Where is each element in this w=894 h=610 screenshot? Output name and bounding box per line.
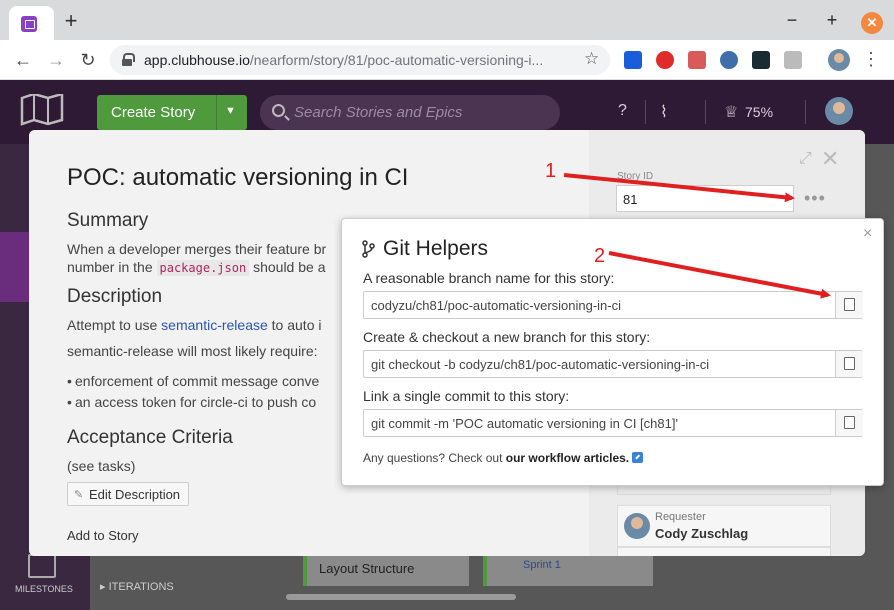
package-json-code: package.json — [156, 260, 250, 276]
owner-card[interactable] — [617, 547, 831, 556]
horizontal-scrollbar[interactable] — [286, 594, 516, 600]
forward-arrow-icon[interactable]: → — [45, 49, 67, 71]
close-window-button[interactable]: ✕ — [861, 12, 883, 34]
copy-checkout-button[interactable] — [835, 351, 863, 377]
close-icon[interactable]: ✕ — [821, 146, 839, 172]
add-to-story-label: Add to Story — [67, 528, 139, 543]
user-avatar[interactable] — [825, 97, 853, 125]
commit-label: Link a single commit to this story: — [363, 388, 570, 404]
bitwarden-icon[interactable] — [624, 51, 642, 69]
iterations-toggle[interactable]: ▸ ITERATIONS — [100, 580, 174, 593]
bookmark-star-icon[interactable]: ☆ — [584, 49, 599, 69]
bg-card-sprint[interactable]: Sprint 1 — [483, 556, 653, 586]
edit-description-button[interactable]: ✎ Edit Description — [67, 482, 189, 506]
search-icon — [272, 104, 285, 117]
activity-icon[interactable]: ⌇ — [660, 102, 668, 122]
checkout-input[interactable] — [364, 351, 835, 377]
clubhouse-favicon-icon — [21, 16, 37, 32]
git-helpers-title: Git Helpers — [383, 237, 489, 260]
requester-name: Cody Zuschlag — [655, 526, 749, 541]
semantic-release-link[interactable]: semantic-release — [161, 317, 268, 333]
description-heading: Description — [67, 286, 163, 307]
milestones-icon[interactable] — [28, 554, 56, 578]
commit-input[interactable] — [364, 410, 835, 436]
lock-icon — [122, 53, 135, 66]
create-story-button[interactable]: Create Story ▼ — [97, 95, 247, 130]
commit-field — [363, 409, 863, 437]
browser-tab[interactable] — [9, 6, 54, 40]
requester-card[interactable]: Requester Cody Zuschlag — [617, 505, 831, 547]
description-line-1: Attempt to use semantic-release to auto … — [67, 317, 322, 333]
description-line-2: semantic-release will most likely requir… — [67, 343, 318, 359]
list-item: enforcement of commit message conve — [67, 373, 319, 389]
copy-icon — [840, 295, 855, 311]
maximize-button[interactable]: + — [822, 10, 842, 31]
list-item: an access token for circle-ci to push co — [67, 394, 316, 410]
copy-commit-button[interactable] — [835, 410, 863, 436]
help-icon[interactable]: ? — [618, 102, 627, 120]
branch-name-input[interactable] — [364, 292, 835, 318]
more-options-button[interactable]: ••• — [804, 188, 826, 209]
acceptance-heading: Acceptance Criteria — [67, 427, 233, 448]
reload-icon[interactable]: ↻ — [77, 49, 99, 71]
story-id-field[interactable]: 81 — [616, 185, 794, 212]
workflow-articles-link[interactable]: our workflow articles. — [506, 451, 629, 465]
browser-tab-bar: + − + ✕ — [0, 0, 894, 40]
branch-name-label: A reasonable branch name for this story: — [363, 270, 615, 286]
pencil-icon: ✎ — [74, 489, 84, 501]
close-icon[interactable]: × — [863, 225, 872, 243]
nav-milestones[interactable]: MILESTONES — [15, 584, 73, 594]
extension-icon[interactable] — [784, 51, 802, 69]
profile-avatar[interactable] — [828, 49, 850, 71]
trophy-icon[interactable]: ♕ — [724, 102, 738, 122]
minimize-button[interactable]: − — [782, 10, 802, 31]
expand-icon[interactable]: ⤢ — [799, 150, 812, 168]
react-devtools-icon[interactable] — [752, 51, 770, 69]
story-title[interactable]: POC: automatic versioning in CI — [67, 164, 408, 192]
back-arrow-icon[interactable]: ← — [12, 49, 34, 71]
summary-line-2: number in the package.json should be a — [67, 259, 326, 276]
summary-heading: Summary — [67, 210, 149, 231]
git-branch-icon — [362, 240, 375, 258]
chevron-down-icon[interactable]: ▼ — [225, 105, 236, 117]
checkout-label: Create & checkout a new branch for this … — [363, 329, 651, 345]
story-id-label: Story ID — [617, 171, 654, 182]
url-text: app.clubhouse.io/nearform/story/81/poc-a… — [144, 52, 544, 68]
copy-branch-button[interactable] — [835, 292, 863, 318]
requester-avatar — [624, 513, 650, 539]
copy-icon — [840, 354, 855, 370]
progress-percent[interactable]: 75% — [745, 104, 773, 120]
search-input[interactable]: Search Stories and Epics — [260, 95, 560, 130]
acceptance-text: (see tasks) — [67, 458, 136, 474]
external-link-icon[interactable] — [632, 452, 644, 463]
address-bar[interactable]: app.clubhouse.io/nearform/story/81/poc-a… — [110, 45, 610, 75]
annotation-number-1: 1 — [545, 160, 557, 182]
browser-menu-icon[interactable]: ⋮ — [862, 49, 880, 70]
branch-name-field — [363, 291, 863, 319]
copy-icon — [840, 413, 855, 429]
checkout-field — [363, 350, 863, 378]
adblock-icon[interactable] — [656, 51, 674, 69]
password-icon[interactable] — [720, 51, 738, 69]
clubhouse-logo-icon[interactable] — [20, 94, 64, 126]
git-helpers-popup: × Git Helpers A reasonable branch name f… — [341, 218, 884, 486]
new-tab-button[interactable]: + — [60, 10, 82, 33]
browser-toolbar: ← → ↻ app.clubhouse.io/nearform/story/81… — [0, 40, 894, 80]
summary-line-1: When a developer merges their feature br — [67, 241, 327, 257]
annotation-number-2: 2 — [594, 245, 606, 267]
gist-icon[interactable] — [688, 51, 706, 69]
git-helpers-footer: Any questions? Check out our workflow ar… — [363, 451, 644, 465]
bg-card-layout[interactable]: Layout Structure — [303, 556, 469, 586]
